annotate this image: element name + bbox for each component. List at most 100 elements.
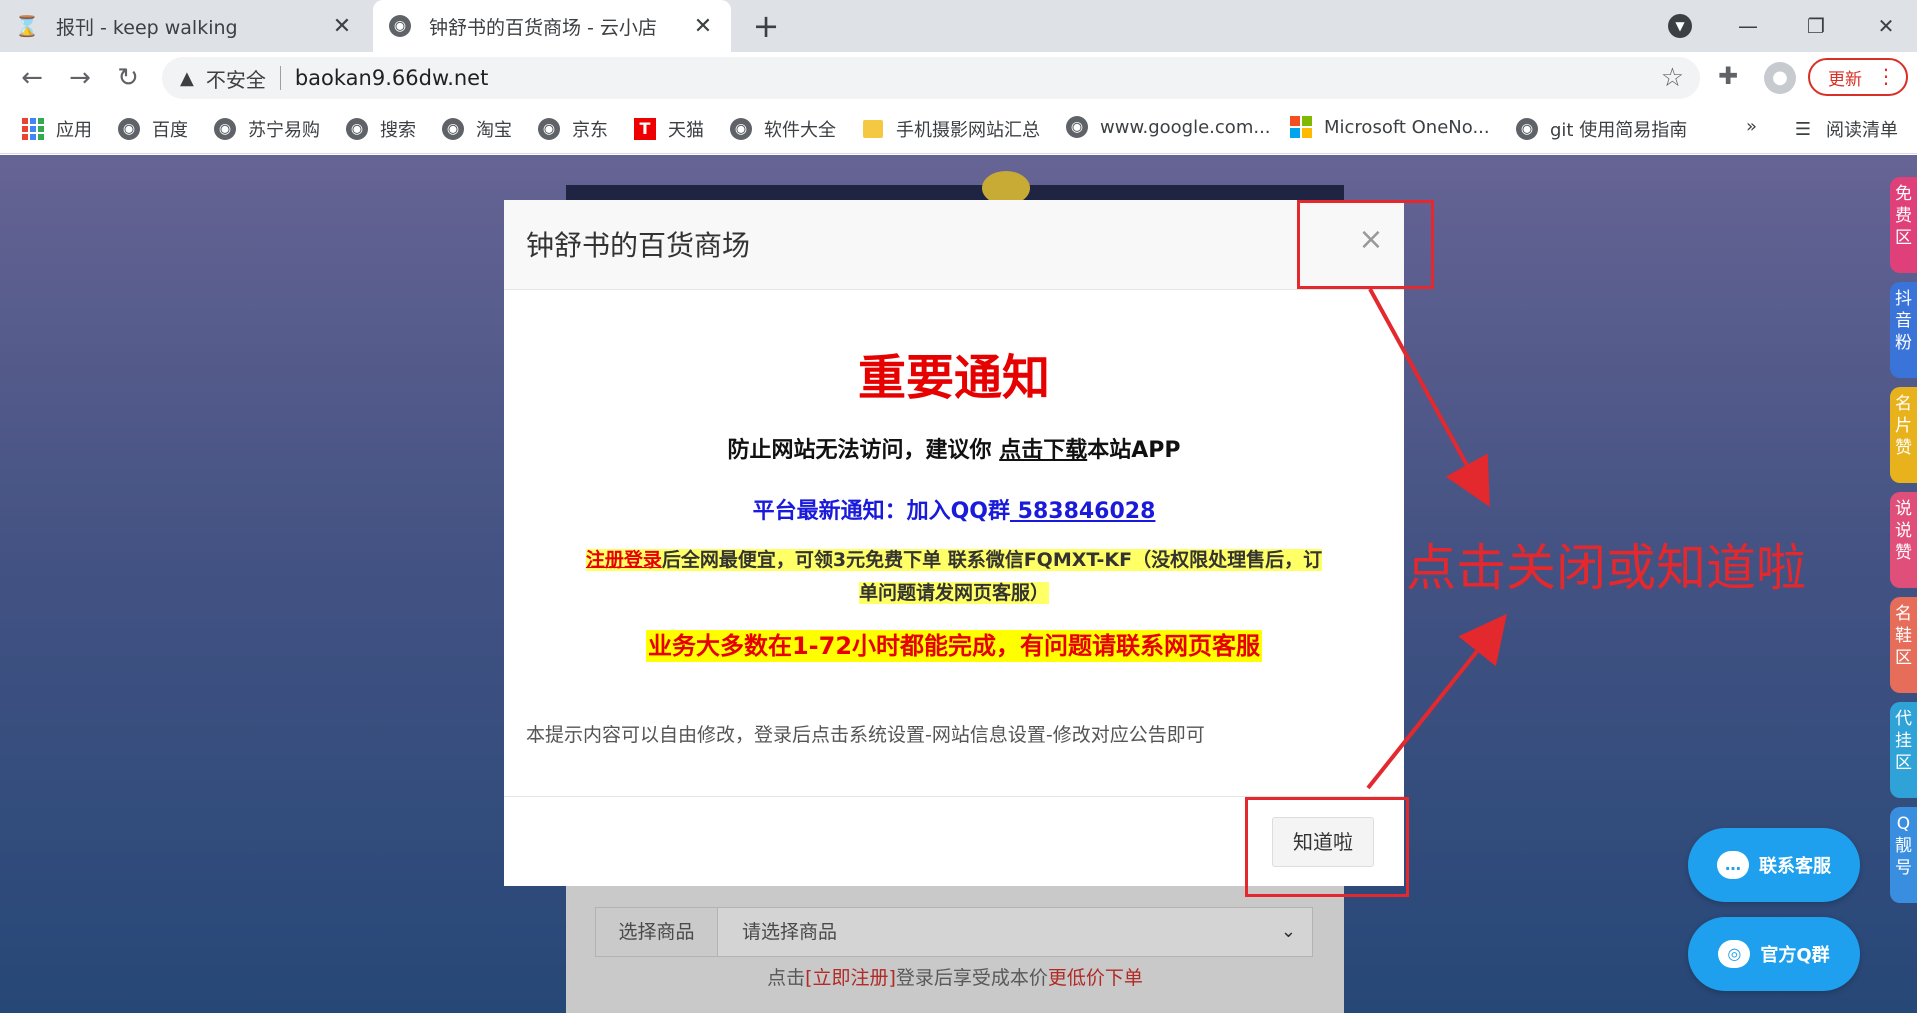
bookmark-suning[interactable]: ◉ 苏宁易购 <box>214 116 320 142</box>
tab-baokan[interactable]: ⌛ 报刊 - keep walking ✕ <box>0 0 370 52</box>
tab-title: 钟舒书的百货商场 - 云小店 <box>429 16 657 39</box>
address-divider <box>279 66 281 90</box>
bookmark-search[interactable]: ◉ 搜索 <box>346 116 416 142</box>
processing-time-text: 业务大多数在1-72小时都能完成，有问题请联系网页客服 <box>645 630 1263 662</box>
register-login-link[interactable]: 注册登录 <box>585 549 662 571</box>
side-tab-qq-number[interactable]: Q靓号 <box>1890 807 1917 903</box>
microsoft-icon <box>1290 116 1312 138</box>
bookmarks-overflow-button[interactable]: » <box>1746 116 1757 137</box>
extensions-icon[interactable]: ✚ <box>1718 62 1738 90</box>
restore-icon[interactable]: ❐ <box>1796 8 1836 44</box>
modal-title: 钟舒书的百货商场 <box>526 229 751 262</box>
contact-service-button[interactable]: … 联系客服 <box>1688 828 1860 902</box>
profile-avatar[interactable]: ● <box>1764 62 1796 94</box>
globe-icon: ◉ <box>730 118 752 140</box>
modal-header: 钟舒书的百货商场 × <box>504 200 1404 290</box>
bookmark-label: www.google.com... <box>1100 116 1271 138</box>
bookmark-tmall[interactable]: T 天猫 <box>634 116 704 142</box>
processing-time-notice: 业务大多数在1-72小时都能完成，有问题请联系网页客服 <box>504 626 1404 662</box>
globe-icon: ◉ <box>442 118 464 140</box>
tab-store[interactable]: ◉ 钟舒书的百货商场 - 云小店 ✕ <box>373 0 731 52</box>
bookmark-label: 应用 <box>56 120 92 141</box>
annotation-text: 点击关闭或知道啦 <box>1406 539 1806 597</box>
bookmark-google[interactable]: ◉ www.google.com... <box>1066 116 1271 138</box>
reload-icon[interactable]: ↻ <box>112 62 144 94</box>
close-tab-icon[interactable]: ✕ <box>691 14 715 39</box>
bookmark-label: 搜索 <box>380 120 416 141</box>
globe-icon: ◉ <box>118 118 140 140</box>
bookmark-label: Microsoft OneNo... <box>1324 116 1490 138</box>
download-link[interactable]: 点击下载 <box>999 438 1087 463</box>
globe-icon: ◉ <box>346 118 368 140</box>
hourglass-icon: ⌛ <box>14 14 40 38</box>
qq-group-line: 平台最新通知：加入QQ群 583846028 <box>504 493 1404 525</box>
contact-label: 联系客服 <box>1759 856 1831 877</box>
warning-icon[interactable]: ▲ <box>180 68 194 89</box>
bookmark-jd[interactable]: ◉ 京东 <box>538 116 608 142</box>
bookmark-label: 天猫 <box>668 120 704 141</box>
forward-icon[interactable]: → <box>64 62 96 94</box>
menu-dots-icon: ⋮ <box>1876 64 1896 88</box>
bookmark-apps[interactable]: 应用 <box>22 116 92 142</box>
bookmark-label: 百度 <box>152 120 188 141</box>
download-app-line: 防止网站无法访问，建议你 点击下载本站APP <box>504 432 1404 464</box>
side-tab-shoes[interactable]: 名鞋区 <box>1890 597 1917 693</box>
side-tab-douyin[interactable]: 抖音粉 <box>1890 282 1917 378</box>
bookmark-label: 淘宝 <box>476 120 512 141</box>
close-highlight-box <box>1297 200 1434 289</box>
bookmark-star-icon[interactable]: ☆ <box>1661 63 1684 93</box>
url-text[interactable]: baokan9.66dw.net <box>295 66 489 90</box>
tmall-icon: T <box>634 118 656 140</box>
browser-toolbar: ← → ↻ ▲ 不安全 baokan9.66dw.net ☆ <box>0 52 1917 104</box>
globe-icon: ◉ <box>1066 116 1088 138</box>
reading-list-icon: ☰ <box>1794 118 1812 140</box>
address-bar[interactable]: ▲ 不安全 baokan9.66dw.net ☆ <box>162 57 1700 99</box>
apps-icon <box>22 118 44 140</box>
globe-icon: ◉ <box>1516 118 1538 140</box>
bookmark-onenote[interactable]: Microsoft OneNo... <box>1290 116 1490 138</box>
update-button[interactable]: 更新 ⋮ <box>1808 58 1908 96</box>
bookmark-taobao[interactable]: ◉ 淘宝 <box>442 116 512 142</box>
bookmark-git-guide[interactable]: ◉ git 使用简易指南 <box>1516 116 1687 142</box>
register-notice-text: 后全网最便宜，可领3元免费下单 联系微信FQMXT-KF（没权限处理售后，订单问… <box>661 549 1323 604</box>
qq-group-button[interactable]: ◎ 官方Q群 <box>1688 917 1860 991</box>
side-tab-free[interactable]: 免费区 <box>1890 177 1917 273</box>
line2-prefix: 平台最新通知：加入QQ群 <box>752 499 1010 524</box>
tab-search-icon[interactable]: ▼ <box>1668 14 1692 38</box>
notice-heading: 重要通知 <box>857 350 1050 406</box>
bookmark-label: 软件大全 <box>764 120 836 141</box>
folder-icon <box>862 118 884 140</box>
bookmark-photo-folder[interactable]: 手机摄影网站汇总 <box>862 116 1040 142</box>
tab-strip: ⌛ 报刊 - keep walking ✕ ◉ 钟舒书的百货商场 - 云小店 ✕… <box>0 0 1917 52</box>
bookmark-software[interactable]: ◉ 软件大全 <box>730 116 836 142</box>
back-icon[interactable]: ← <box>16 62 48 94</box>
side-tab-post-like[interactable]: 说说赞 <box>1890 492 1917 588</box>
notice-modal: 钟舒书的百货商场 × 重要通知 防止网站无法访问，建议你 点击下载本站APP 平… <box>504 200 1404 886</box>
qq-group-link[interactable]: 583846028 <box>1010 499 1156 524</box>
line1-prefix: 防止网站无法访问，建议你 <box>727 438 1000 463</box>
qq-group-label: 官方Q群 <box>1760 945 1830 966</box>
edit-hint: 本提示内容可以自由修改，登录后点击系统设置-网站信息设置-修改对应公告即可 <box>526 724 1205 746</box>
update-label: 更新 <box>1828 69 1862 90</box>
ok-highlight-box <box>1245 797 1409 897</box>
bookmarks-bar: 应用 ◉ 百度 ◉ 苏宁易购 ◉ 搜索 ◉ 淘宝 ◉ 京东 T 天猫 ◉ 软件大… <box>0 104 1917 154</box>
reading-list-button[interactable]: ☰ 阅读清单 <box>1792 116 1898 142</box>
bookmark-label: 苏宁易购 <box>248 120 320 141</box>
side-tab-card-like[interactable]: 名片赞 <box>1890 387 1917 483</box>
window-close-icon[interactable]: ✕ <box>1866 8 1906 44</box>
side-tab-hosting[interactable]: 代挂区 <box>1890 702 1917 798</box>
bookmark-label: 手机摄影网站汇总 <box>896 120 1040 141</box>
weibo-icon: ◎ <box>1718 940 1751 968</box>
tab-title: 报刊 - keep walking <box>56 16 238 39</box>
chat-bubble-icon: … <box>1717 851 1749 879</box>
minimize-icon[interactable]: — <box>1728 8 1768 44</box>
globe-icon: ◉ <box>389 15 411 37</box>
reading-list-label: 阅读清单 <box>1826 120 1898 141</box>
register-notice: 注册登录后全网最便宜，可领3元免费下单 联系微信FQMXT-KF（没权限处理售后… <box>584 544 1324 610</box>
bookmark-label: 京东 <box>572 120 608 141</box>
globe-icon: ◉ <box>538 118 560 140</box>
security-label[interactable]: 不安全 <box>206 64 266 93</box>
close-tab-icon[interactable]: ✕ <box>330 14 354 39</box>
new-tab-button[interactable]: + <box>748 8 784 44</box>
bookmark-baidu[interactable]: ◉ 百度 <box>118 116 188 142</box>
